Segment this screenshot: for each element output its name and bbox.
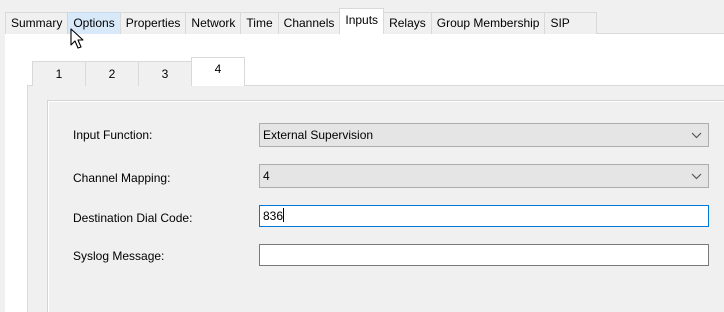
tab-input-1[interactable]: 1	[32, 61, 86, 86]
input-function-label: Input Function:	[73, 128, 153, 142]
destination-dial-code-value: 836	[263, 209, 284, 223]
tab-time[interactable]: Time	[240, 12, 279, 34]
tab-input-3[interactable]: 3	[138, 61, 192, 86]
tab-inputs[interactable]: Inputs	[339, 8, 385, 34]
top-tab-strip: Summary Options Properties Network Time …	[5, 8, 597, 34]
channel-mapping-label: Channel Mapping:	[73, 171, 171, 185]
input-number-tab-strip: 1 2 3 4	[32, 57, 245, 86]
input-function-select[interactable]: External Supervision	[259, 123, 709, 147]
syslog-message-input[interactable]	[259, 244, 709, 266]
channel-mapping-select[interactable]: 4	[259, 164, 709, 188]
tab-sip[interactable]: SIP	[544, 12, 597, 34]
tab-summary[interactable]: Summary	[5, 12, 69, 34]
tab-input-2[interactable]: 2	[85, 61, 139, 86]
tab-network[interactable]: Network	[185, 12, 242, 34]
destination-dial-code-input[interactable]: 836	[259, 205, 709, 227]
tab-relays[interactable]: Relays	[383, 12, 432, 34]
chevron-down-icon	[691, 132, 702, 139]
inputs-configuration-window: Summary Options Properties Network Time …	[0, 0, 724, 312]
text-caret	[283, 208, 285, 222]
tab-group-membership[interactable]: Group Membership	[430, 12, 546, 34]
mouse-pointer-icon	[70, 28, 84, 49]
syslog-message-label: Syslog Message:	[73, 249, 165, 263]
tab-properties[interactable]: Properties	[119, 12, 187, 34]
tab-input-4[interactable]: 4	[191, 57, 245, 86]
destination-dial-code-label: Destination Dial Code:	[73, 211, 193, 225]
tab-channels[interactable]: Channels	[277, 12, 341, 34]
input-function-value: External Supervision	[263, 128, 374, 142]
chevron-down-icon	[691, 173, 702, 180]
channel-mapping-value: 4	[263, 169, 270, 183]
